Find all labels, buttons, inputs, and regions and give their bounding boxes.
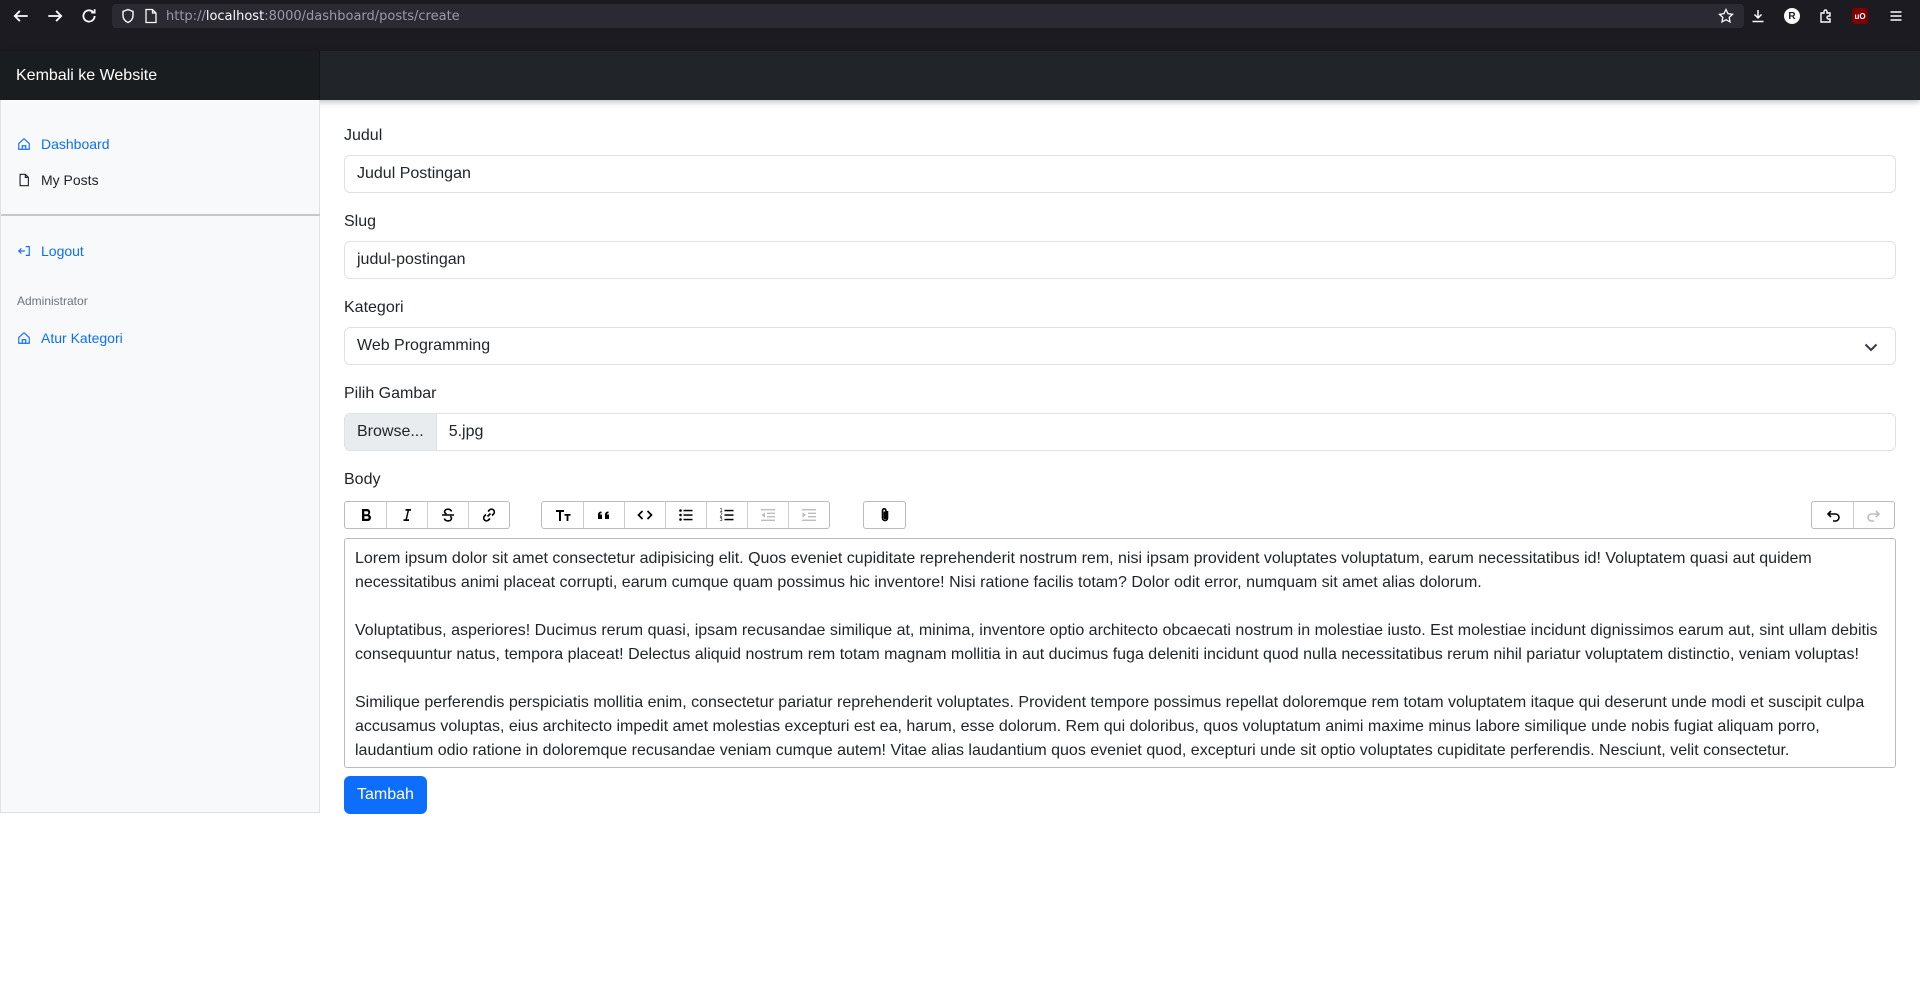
numbered-list-icon[interactable]: 123 [706, 502, 747, 528]
category-select[interactable]: Web Programming [344, 327, 1896, 365]
link-icon[interactable] [468, 502, 509, 528]
bookmark-star-icon[interactable] [1718, 8, 1734, 24]
logout-icon [17, 246, 30, 256]
ublock-icon[interactable]: uO [1844, 0, 1876, 32]
page-icon [145, 8, 157, 24]
reload-icon[interactable] [72, 0, 106, 32]
sidebar-item-atur-kategori[interactable]: Atur Kategori [17, 328, 123, 348]
body-paragraph: Lorem ipsum dolor sit amet consectetur a… [355, 550, 1812, 591]
body-label: Body [344, 471, 381, 488]
header-top-strip [0, 32, 1920, 51]
image-file-input[interactable]: Browse... 5.jpg [344, 413, 1896, 451]
back-to-website-link[interactable]: Kembali ke Website [0, 51, 320, 100]
slug-input[interactable]: judul-postingan [344, 241, 1896, 279]
download-icon[interactable] [1742, 0, 1774, 32]
sidebar: Dashboard My Posts Logout Administrator … [0, 100, 320, 813]
category-selected-value: Web Programming [357, 337, 491, 354]
title-value: Judul Postingan [357, 165, 471, 182]
editor-toolbar: 123 [344, 501, 1896, 529]
menu-icon[interactable] [1880, 0, 1912, 32]
app-header: Kembali ke Website [0, 51, 1920, 100]
title-label: Judul [344, 127, 383, 144]
url-text: http://localhost:8000/dashboard/posts/cr… [166, 8, 460, 24]
bold-icon[interactable] [345, 502, 386, 528]
sidebar-item-logout[interactable]: Logout [17, 241, 84, 261]
slug-value: judul-postingan [357, 251, 466, 268]
sidebar-item-label: Atur Kategori [41, 330, 123, 346]
history-tools-group [1811, 501, 1895, 529]
bullet-list-icon[interactable] [665, 502, 706, 528]
title-input[interactable]: Judul Postingan [344, 155, 1896, 193]
sidebar-item-dashboard[interactable]: Dashboard [17, 134, 110, 154]
forward-icon[interactable] [38, 0, 72, 32]
category-label: Kategori [344, 299, 404, 316]
account-icon[interactable]: R [1776, 0, 1808, 32]
text-tools-group [344, 501, 510, 529]
browser-toolbar: http://localhost:8000/dashboard/posts/cr… [0, 0, 1920, 32]
address-bar[interactable]: http://localhost:8000/dashboard/posts/cr… [112, 4, 1744, 28]
italic-icon[interactable] [386, 502, 427, 528]
attachment-icon[interactable] [864, 502, 905, 528]
sidebar-item-label: My Posts [41, 172, 99, 188]
image-label: Pilih Gambar [344, 385, 437, 402]
quote-icon[interactable] [583, 502, 624, 528]
heading-icon[interactable] [542, 502, 583, 528]
sidebar-divider [1, 214, 320, 216]
browse-button[interactable]: Browse... [345, 414, 437, 450]
body-editor[interactable]: Lorem ipsum dolor sit amet consectetur a… [344, 538, 1896, 768]
decrease-indent-icon[interactable] [747, 502, 788, 528]
chevron-down-icon [1864, 343, 1878, 352]
strikethrough-icon[interactable] [427, 502, 468, 528]
body-paragraph: Voluptatibus, asperiores! Ducimus rerum … [355, 622, 1878, 663]
sidebar-item-my-posts[interactable]: My Posts [17, 170, 99, 190]
file-tools-group [863, 501, 906, 529]
sidebar-item-label: Dashboard [41, 136, 110, 152]
home-icon [18, 137, 30, 150]
back-icon[interactable] [4, 0, 38, 32]
body-paragraph: Similique perferendis perspiciatis molli… [355, 694, 1865, 759]
submit-button[interactable]: Tambah [344, 776, 427, 814]
increase-indent-icon[interactable] [788, 502, 829, 528]
svg-text:3: 3 [720, 517, 723, 523]
sidebar-heading-administrator: Administrator [17, 294, 88, 308]
grid-icon [18, 331, 30, 344]
slug-label: Slug [344, 213, 377, 230]
extensions-icon[interactable] [1810, 0, 1842, 32]
block-tools-group: 123 [541, 501, 830, 529]
code-icon[interactable] [624, 502, 665, 528]
file-icon [19, 173, 29, 187]
sidebar-item-label: Logout [41, 243, 84, 259]
selected-file-name: 5.jpg [448, 423, 484, 440]
undo-icon[interactable] [1812, 502, 1853, 528]
shield-icon[interactable] [120, 8, 136, 24]
redo-icon[interactable] [1853, 502, 1894, 528]
